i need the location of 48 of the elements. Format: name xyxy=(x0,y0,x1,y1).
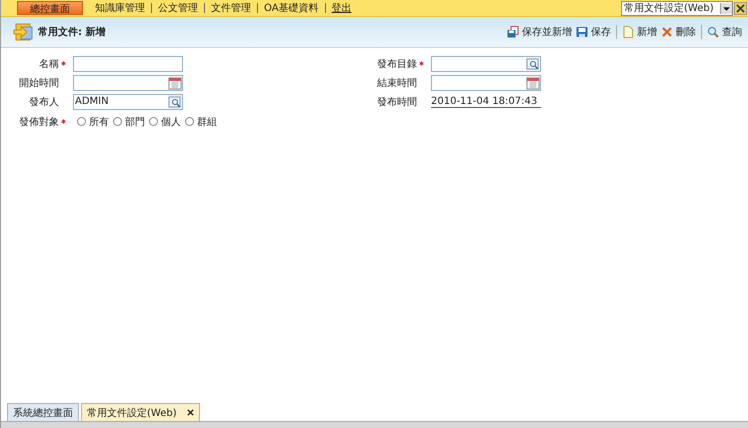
menu-item[interactable]: OA基礎資料 xyxy=(258,1,325,15)
field-label: 發佈對象 xyxy=(18,116,59,128)
new-page-icon xyxy=(622,26,634,38)
toolbar-button[interactable]: 查詢 xyxy=(705,25,744,39)
input-field[interactable] xyxy=(73,74,183,90)
radio-label: 部門 xyxy=(125,116,145,128)
radio-label: 個人 xyxy=(161,116,181,128)
lookup-icon[interactable] xyxy=(168,94,182,108)
field-label: 發布時間 xyxy=(376,96,417,108)
input-field[interactable] xyxy=(73,56,183,72)
radio-button[interactable] xyxy=(149,117,158,126)
lookup-icon[interactable] xyxy=(526,56,540,70)
floppy-icon xyxy=(576,26,588,38)
radio-button[interactable] xyxy=(185,117,194,126)
menu-item[interactable]: 登出 xyxy=(326,1,358,15)
menu-item[interactable]: 總控畫面 xyxy=(17,1,83,15)
close-button[interactable] xyxy=(734,2,747,14)
field-label: 發布人 xyxy=(28,96,59,108)
calendar-icon[interactable] xyxy=(168,76,182,90)
field-label: 結束時間 xyxy=(376,76,417,90)
toolbar-button[interactable]: 保存並新增 xyxy=(505,25,574,39)
folder-arrow-icon xyxy=(13,21,35,43)
menu-item[interactable]: 公文管理 xyxy=(152,1,204,15)
toolbar-button[interactable]: 保存 xyxy=(574,25,613,39)
radio-label: 所有 xyxy=(89,116,109,128)
search-icon xyxy=(707,26,719,38)
radio-button[interactable] xyxy=(113,117,122,126)
calendar-icon[interactable] xyxy=(526,76,540,90)
window-tab[interactable]: 常用文件設定(Web) xyxy=(81,403,200,421)
input-field[interactable] xyxy=(431,56,541,72)
radio-label: 群組 xyxy=(197,116,217,128)
toolbar-button[interactable]: 刪除 xyxy=(659,25,698,39)
field-label: 名稱 xyxy=(38,58,59,70)
input-field[interactable]: ADMIN xyxy=(73,94,183,110)
delete-icon xyxy=(661,26,673,38)
window-tab[interactable]: 系統總控畫面 xyxy=(7,403,79,421)
field-label: 開始時間 xyxy=(18,76,59,90)
menu-item[interactable]: 知識庫管理 xyxy=(89,1,151,15)
field-value: 2010-11-04 18:07:43 xyxy=(431,96,541,108)
menu-item[interactable]: 文件管理 xyxy=(205,1,257,15)
page-title: 常用文件: 新增 xyxy=(38,25,106,39)
field-label: 發布目錄 xyxy=(376,58,417,70)
window-select[interactable]: 常用文件設定(Web) xyxy=(621,0,733,16)
close-icon[interactable] xyxy=(186,409,194,416)
toolbar-button[interactable]: 新增 xyxy=(620,25,659,39)
input-field[interactable] xyxy=(431,74,541,90)
radio-button[interactable] xyxy=(77,117,86,126)
floppy-page-icon xyxy=(507,26,519,38)
